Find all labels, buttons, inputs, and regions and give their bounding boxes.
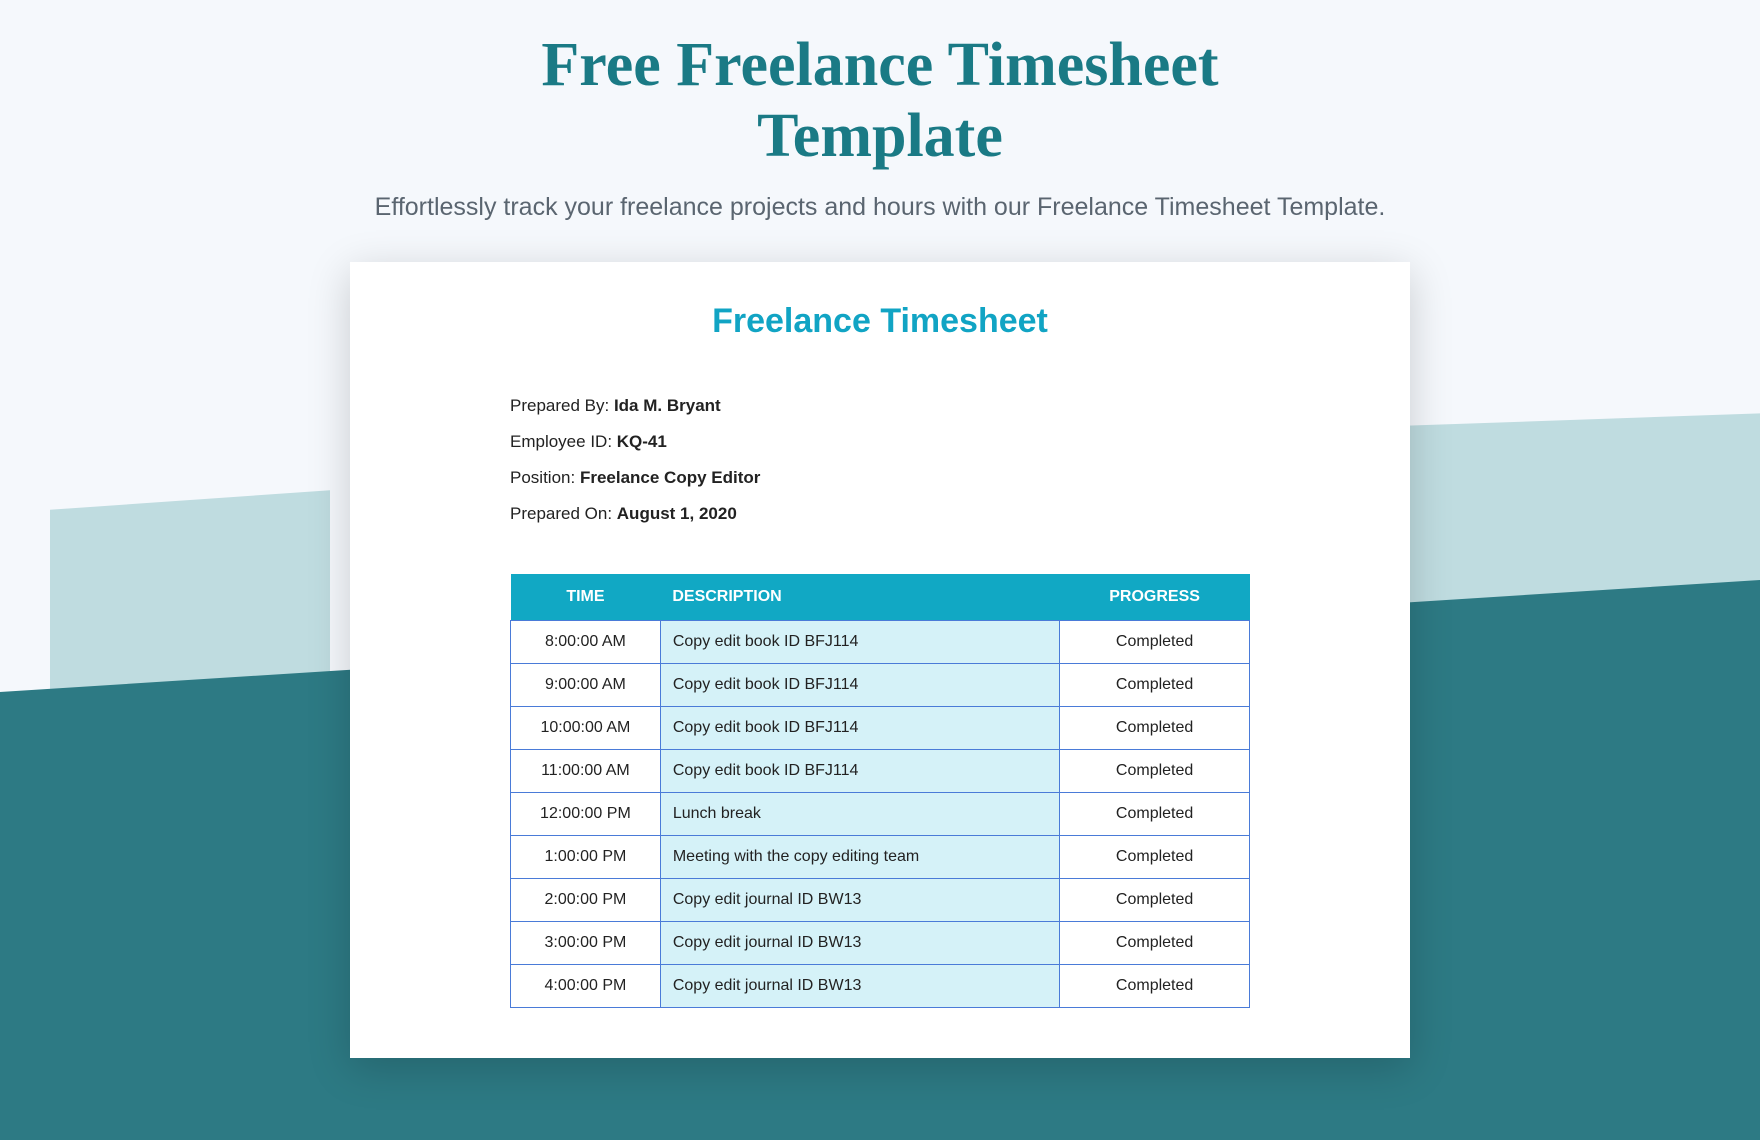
cell-progress: Completed <box>1060 964 1250 1007</box>
cell-time: 3:00:00 PM <box>511 921 661 964</box>
cell-progress: Completed <box>1060 749 1250 792</box>
cell-description: Copy edit book ID BFJ114 <box>660 663 1059 706</box>
table-row: 2:00:00 PMCopy edit journal ID BW13Compl… <box>511 878 1250 921</box>
cell-time: 11:00:00 AM <box>511 749 661 792</box>
page-title: Free Freelance Timesheet Template <box>0 30 1760 173</box>
cell-progress: Completed <box>1060 835 1250 878</box>
col-progress: PROGRESS <box>1060 574 1250 621</box>
cell-description: Copy edit book ID BFJ114 <box>660 620 1059 663</box>
meta-label: Prepared On: <box>510 504 617 523</box>
table-row: 11:00:00 AMCopy edit book ID BFJ114Compl… <box>511 749 1250 792</box>
template-card: Freelance Timesheet Prepared By: Ida M. … <box>350 262 1410 1058</box>
table-row: 1:00:00 PMMeeting with the copy editing … <box>511 835 1250 878</box>
cell-progress: Completed <box>1060 921 1250 964</box>
card-title: Freelance Timesheet <box>400 302 1360 341</box>
col-time: TIME <box>511 574 661 621</box>
table-row: 12:00:00 PMLunch breakCompleted <box>511 792 1250 835</box>
table-row: 10:00:00 AMCopy edit book ID BFJ114Compl… <box>511 706 1250 749</box>
meta-prepared-on: Prepared On: August 1, 2020 <box>510 504 1360 524</box>
cell-time: 12:00:00 PM <box>511 792 661 835</box>
meta-label: Prepared By: <box>510 396 614 415</box>
cell-progress: Completed <box>1060 620 1250 663</box>
cell-time: 9:00:00 AM <box>511 663 661 706</box>
cell-progress: Completed <box>1060 792 1250 835</box>
cell-time: 4:00:00 PM <box>511 964 661 1007</box>
cell-progress: Completed <box>1060 706 1250 749</box>
cell-time: 2:00:00 PM <box>511 878 661 921</box>
table-row: 4:00:00 PMCopy edit journal ID BW13Compl… <box>511 964 1250 1007</box>
table-row: 3:00:00 PMCopy edit journal ID BW13Compl… <box>511 921 1250 964</box>
cell-time: 8:00:00 AM <box>511 620 661 663</box>
meta-value: Freelance Copy Editor <box>580 468 760 487</box>
meta-employee-id: Employee ID: KQ-41 <box>510 432 1360 452</box>
cell-description: Copy edit journal ID BW13 <box>660 878 1059 921</box>
cell-description: Lunch break <box>660 792 1059 835</box>
page-content: Free Freelance Timesheet Template Effort… <box>0 0 1760 1058</box>
meta-value: Ida M. Bryant <box>614 396 721 415</box>
meta-block: Prepared By: Ida M. Bryant Employee ID: … <box>510 396 1360 524</box>
cell-description: Copy edit journal ID BW13 <box>660 964 1059 1007</box>
meta-value: August 1, 2020 <box>617 504 737 523</box>
cell-description: Meeting with the copy editing team <box>660 835 1059 878</box>
cell-time: 1:00:00 PM <box>511 835 661 878</box>
meta-position: Position: Freelance Copy Editor <box>510 468 1360 488</box>
cell-description: Copy edit journal ID BW13 <box>660 921 1059 964</box>
cell-progress: Completed <box>1060 878 1250 921</box>
col-description: DESCRIPTION <box>660 574 1059 621</box>
title-line-1: Free Freelance Timesheet <box>541 31 1218 99</box>
timesheet-table: TIME DESCRIPTION PROGRESS 8:00:00 AMCopy… <box>510 574 1250 1008</box>
table-header-row: TIME DESCRIPTION PROGRESS <box>511 574 1250 621</box>
meta-value: KQ-41 <box>617 432 667 451</box>
cell-description: Copy edit book ID BFJ114 <box>660 706 1059 749</box>
cell-progress: Completed <box>1060 663 1250 706</box>
table-row: 9:00:00 AMCopy edit book ID BFJ114Comple… <box>511 663 1250 706</box>
table-body: 8:00:00 AMCopy edit book ID BFJ114Comple… <box>511 620 1250 1007</box>
meta-label: Position: <box>510 468 580 487</box>
cell-description: Copy edit book ID BFJ114 <box>660 749 1059 792</box>
title-line-2: Template <box>757 102 1003 170</box>
cell-time: 10:00:00 AM <box>511 706 661 749</box>
meta-prepared-by: Prepared By: Ida M. Bryant <box>510 396 1360 416</box>
meta-label: Employee ID: <box>510 432 617 451</box>
table-row: 8:00:00 AMCopy edit book ID BFJ114Comple… <box>511 620 1250 663</box>
page-subtitle: Effortlessly track your freelance projec… <box>0 193 1760 222</box>
